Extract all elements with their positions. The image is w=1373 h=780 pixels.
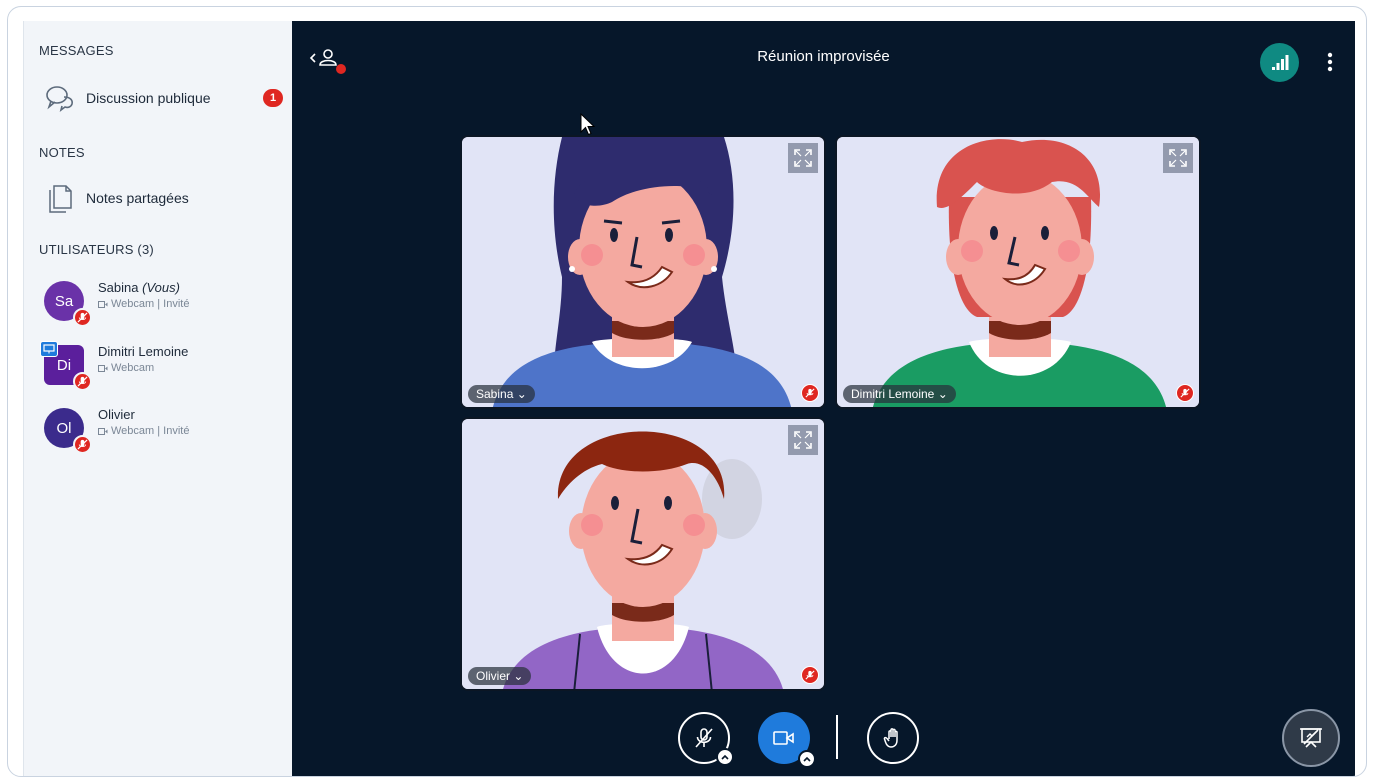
chat-bubbles-icon — [34, 83, 86, 113]
user-name: Sabina (Vous) — [98, 280, 180, 295]
user-meta-text: Webcam — [111, 362, 155, 374]
expand-icon — [1169, 149, 1187, 167]
chevron-down-icon: ⌄ — [516, 387, 527, 401]
participant-name-tag[interactable]: Olivier ⌄ — [468, 667, 532, 685]
unread-badge: 1 — [263, 89, 283, 107]
signal-bars-icon — [1271, 54, 1288, 70]
you-suffix: (Vous) — [142, 280, 180, 295]
presentation-button[interactable] — [1282, 709, 1340, 767]
presentation-icon — [1300, 728, 1322, 748]
muted-mic-icon — [73, 372, 92, 391]
user-meta-text: Webcam | Invité — [111, 298, 190, 310]
sidebar: MESSAGES Discussion publique 1 NOTES Not… — [23, 21, 292, 776]
user-name: Olivier — [98, 407, 135, 422]
chevron-up-icon — [721, 754, 729, 760]
user-list-item[interactable]: Di Dimitri Lemoine Webcam — [40, 341, 294, 392]
shared-notes-item[interactable]: Notes partagées — [34, 177, 289, 219]
video-tile[interactable]: Sabina ⌄ — [460, 135, 826, 409]
user-meta: Webcam | Invité — [98, 298, 189, 310]
toggle-webcam-button[interactable] — [758, 712, 816, 768]
app-window: MESSAGES Discussion publique 1 NOTES Not… — [7, 6, 1367, 777]
participant-name: Olivier — [476, 669, 511, 683]
video-camera-icon — [773, 731, 794, 745]
connection-status-button[interactable] — [1260, 43, 1299, 82]
webcam-icon — [98, 427, 108, 435]
user-name-text: Sabina — [98, 280, 139, 295]
raise-hand-button[interactable] — [867, 712, 919, 764]
muted-mic-icon — [801, 666, 819, 684]
user-meta-text: Webcam | Invité — [111, 425, 190, 437]
kebab-menu-icon — [1327, 52, 1333, 72]
user-meta: Webcam | Invité — [98, 425, 189, 437]
webcam-icon — [98, 364, 108, 372]
chevron-down-icon: ⌄ — [513, 669, 524, 683]
chevron-up-icon — [803, 756, 811, 762]
avatar-initials: Di — [56, 356, 72, 374]
expand-icon — [794, 149, 812, 167]
mouse-cursor-icon — [580, 113, 596, 136]
video-options-button[interactable] — [798, 750, 816, 768]
notes-section-title: NOTES — [39, 145, 85, 160]
participant-name: Dimitri Lemoine — [851, 387, 935, 401]
webcam-icon — [98, 300, 108, 308]
meeting-title: Réunion improvisée — [757, 48, 890, 65]
muted-mic-icon — [73, 308, 92, 327]
user-list-item[interactable]: Ol Olivier Webcam | Invité — [44, 405, 294, 455]
video-tile[interactable]: Dimitri Lemoine ⌄ — [835, 135, 1201, 409]
user-name: Dimitri Lemoine — [98, 344, 189, 359]
public-chat-item[interactable]: Discussion publique 1 — [34, 77, 289, 119]
mute-microphone-button[interactable] — [678, 712, 734, 766]
fullscreen-button[interactable] — [1163, 143, 1193, 173]
muted-mic-icon — [801, 384, 819, 402]
mic-off-icon — [695, 728, 713, 748]
muted-mic-icon — [73, 435, 92, 454]
video-tile[interactable]: Olivier ⌄ — [460, 417, 826, 691]
raise-hand-icon — [883, 728, 898, 748]
avatar-initials: Sa — [54, 292, 74, 310]
participant-video — [837, 137, 1199, 407]
more-options-button[interactable] — [1318, 45, 1342, 79]
fullscreen-button[interactable] — [788, 143, 818, 173]
main-area: Réunion improvisée Sabina ⌄ Dimitri Lemo… — [292, 21, 1355, 776]
expand-icon — [794, 431, 812, 449]
participant-name-tag[interactable]: Dimitri Lemoine ⌄ — [843, 385, 956, 403]
chevron-down-icon: ⌄ — [937, 387, 948, 401]
messages-section-title: MESSAGES — [39, 43, 114, 58]
shared-notes-label: Notes partagées — [86, 190, 189, 206]
notes-icon — [34, 182, 86, 214]
controls-divider — [836, 715, 838, 759]
participant-name-tag[interactable]: Sabina ⌄ — [468, 385, 535, 403]
public-chat-label: Discussion publique — [86, 90, 211, 106]
avatar-initials: Ol — [56, 419, 72, 437]
muted-mic-icon — [1176, 384, 1194, 402]
participant-video — [462, 419, 824, 689]
user-meta: Webcam — [98, 362, 154, 374]
user-list-item[interactable]: Sa Sabina (Vous) Webcam | Invité — [44, 278, 294, 328]
fullscreen-button[interactable] — [788, 425, 818, 455]
presenter-icon — [40, 341, 58, 357]
users-section-title: UTILISATEURS (3) — [39, 242, 154, 257]
participant-name: Sabina — [476, 387, 514, 401]
audio-options-button[interactable] — [716, 748, 734, 766]
participant-video — [462, 137, 824, 407]
